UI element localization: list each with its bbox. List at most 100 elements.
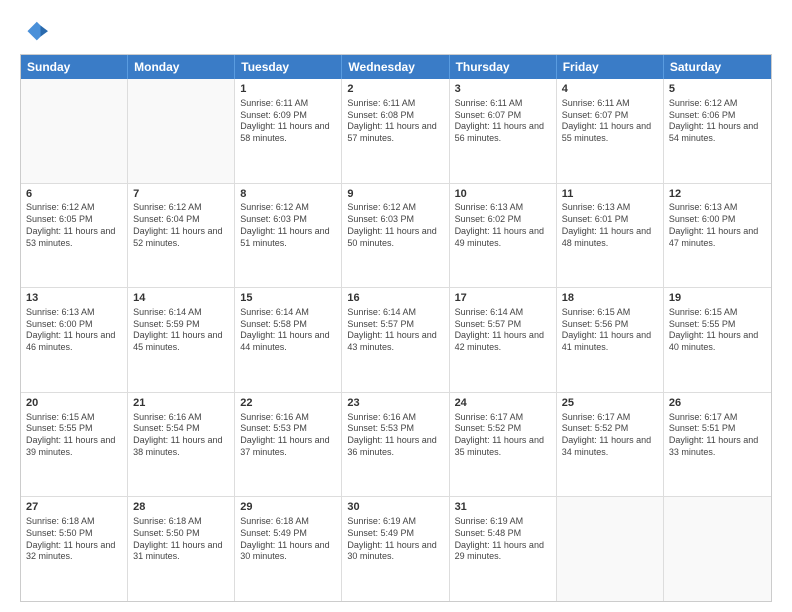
day-number: 31 [455,500,551,515]
calendar-cell [128,79,235,183]
calendar-cell: 11Sunrise: 6:13 AM Sunset: 6:01 PM Dayli… [557,184,664,288]
calendar-cell [664,497,771,601]
day-number: 25 [562,396,658,411]
calendar-cell: 3Sunrise: 6:11 AM Sunset: 6:07 PM Daylig… [450,79,557,183]
calendar-cell: 10Sunrise: 6:13 AM Sunset: 6:02 PM Dayli… [450,184,557,288]
day-info: Sunrise: 6:14 AM Sunset: 5:59 PM Dayligh… [133,307,229,354]
calendar-row: 6Sunrise: 6:12 AM Sunset: 6:05 PM Daylig… [21,184,771,289]
header-cell-monday: Monday [128,55,235,79]
calendar-cell: 17Sunrise: 6:14 AM Sunset: 5:57 PM Dayli… [450,288,557,392]
day-number: 17 [455,291,551,306]
calendar-cell: 26Sunrise: 6:17 AM Sunset: 5:51 PM Dayli… [664,393,771,497]
day-info: Sunrise: 6:11 AM Sunset: 6:09 PM Dayligh… [240,98,336,145]
calendar-cell: 31Sunrise: 6:19 AM Sunset: 5:48 PM Dayli… [450,497,557,601]
day-info: Sunrise: 6:15 AM Sunset: 5:55 PM Dayligh… [26,412,122,459]
day-info: Sunrise: 6:18 AM Sunset: 5:50 PM Dayligh… [26,516,122,563]
calendar-cell: 16Sunrise: 6:14 AM Sunset: 5:57 PM Dayli… [342,288,449,392]
calendar-row: 27Sunrise: 6:18 AM Sunset: 5:50 PM Dayli… [21,497,771,601]
day-number: 6 [26,187,122,202]
calendar-cell: 22Sunrise: 6:16 AM Sunset: 5:53 PM Dayli… [235,393,342,497]
calendar-cell: 8Sunrise: 6:12 AM Sunset: 6:03 PM Daylig… [235,184,342,288]
calendar-cell: 29Sunrise: 6:18 AM Sunset: 5:49 PM Dayli… [235,497,342,601]
day-info: Sunrise: 6:17 AM Sunset: 5:51 PM Dayligh… [669,412,766,459]
day-number: 13 [26,291,122,306]
logo [20,18,52,46]
calendar-cell: 28Sunrise: 6:18 AM Sunset: 5:50 PM Dayli… [128,497,235,601]
calendar-cell: 30Sunrise: 6:19 AM Sunset: 5:49 PM Dayli… [342,497,449,601]
calendar-cell [557,497,664,601]
header-cell-tuesday: Tuesday [235,55,342,79]
day-info: Sunrise: 6:13 AM Sunset: 6:00 PM Dayligh… [26,307,122,354]
calendar-cell: 12Sunrise: 6:13 AM Sunset: 6:00 PM Dayli… [664,184,771,288]
day-info: Sunrise: 6:14 AM Sunset: 5:57 PM Dayligh… [455,307,551,354]
calendar-cell: 13Sunrise: 6:13 AM Sunset: 6:00 PM Dayli… [21,288,128,392]
calendar-row: 20Sunrise: 6:15 AM Sunset: 5:55 PM Dayli… [21,393,771,498]
calendar-cell: 4Sunrise: 6:11 AM Sunset: 6:07 PM Daylig… [557,79,664,183]
day-number: 10 [455,187,551,202]
day-number: 28 [133,500,229,515]
day-number: 7 [133,187,229,202]
day-number: 2 [347,82,443,97]
day-info: Sunrise: 6:19 AM Sunset: 5:49 PM Dayligh… [347,516,443,563]
day-number: 27 [26,500,122,515]
day-number: 4 [562,82,658,97]
calendar-cell: 21Sunrise: 6:16 AM Sunset: 5:54 PM Dayli… [128,393,235,497]
day-info: Sunrise: 6:12 AM Sunset: 6:03 PM Dayligh… [347,202,443,249]
day-number: 29 [240,500,336,515]
calendar-header: SundayMondayTuesdayWednesdayThursdayFrid… [21,55,771,79]
day-number: 9 [347,187,443,202]
day-info: Sunrise: 6:18 AM Sunset: 5:49 PM Dayligh… [240,516,336,563]
day-info: Sunrise: 6:13 AM Sunset: 6:02 PM Dayligh… [455,202,551,249]
calendar-cell: 5Sunrise: 6:12 AM Sunset: 6:06 PM Daylig… [664,79,771,183]
calendar-cell: 24Sunrise: 6:17 AM Sunset: 5:52 PM Dayli… [450,393,557,497]
day-info: Sunrise: 6:16 AM Sunset: 5:53 PM Dayligh… [240,412,336,459]
day-info: Sunrise: 6:12 AM Sunset: 6:04 PM Dayligh… [133,202,229,249]
header-cell-saturday: Saturday [664,55,771,79]
calendar-cell: 15Sunrise: 6:14 AM Sunset: 5:58 PM Dayli… [235,288,342,392]
calendar-cell: 9Sunrise: 6:12 AM Sunset: 6:03 PM Daylig… [342,184,449,288]
day-number: 20 [26,396,122,411]
day-number: 14 [133,291,229,306]
calendar-cell: 27Sunrise: 6:18 AM Sunset: 5:50 PM Dayli… [21,497,128,601]
day-info: Sunrise: 6:11 AM Sunset: 6:07 PM Dayligh… [562,98,658,145]
calendar-cell [21,79,128,183]
day-number: 19 [669,291,766,306]
day-info: Sunrise: 6:13 AM Sunset: 6:01 PM Dayligh… [562,202,658,249]
day-info: Sunrise: 6:12 AM Sunset: 6:03 PM Dayligh… [240,202,336,249]
day-info: Sunrise: 6:12 AM Sunset: 6:05 PM Dayligh… [26,202,122,249]
calendar-cell: 19Sunrise: 6:15 AM Sunset: 5:55 PM Dayli… [664,288,771,392]
day-info: Sunrise: 6:14 AM Sunset: 5:58 PM Dayligh… [240,307,336,354]
day-info: Sunrise: 6:16 AM Sunset: 5:53 PM Dayligh… [347,412,443,459]
day-info: Sunrise: 6:17 AM Sunset: 5:52 PM Dayligh… [455,412,551,459]
day-number: 24 [455,396,551,411]
day-info: Sunrise: 6:12 AM Sunset: 6:06 PM Dayligh… [669,98,766,145]
day-info: Sunrise: 6:11 AM Sunset: 6:08 PM Dayligh… [347,98,443,145]
header-cell-thursday: Thursday [450,55,557,79]
day-number: 8 [240,187,336,202]
day-number: 3 [455,82,551,97]
calendar-row: 13Sunrise: 6:13 AM Sunset: 6:00 PM Dayli… [21,288,771,393]
header-cell-wednesday: Wednesday [342,55,449,79]
logo-icon [20,18,48,46]
calendar-cell: 20Sunrise: 6:15 AM Sunset: 5:55 PM Dayli… [21,393,128,497]
calendar-cell: 7Sunrise: 6:12 AM Sunset: 6:04 PM Daylig… [128,184,235,288]
day-number: 16 [347,291,443,306]
day-number: 26 [669,396,766,411]
day-number: 30 [347,500,443,515]
day-info: Sunrise: 6:18 AM Sunset: 5:50 PM Dayligh… [133,516,229,563]
calendar-cell: 25Sunrise: 6:17 AM Sunset: 5:52 PM Dayli… [557,393,664,497]
day-number: 23 [347,396,443,411]
day-info: Sunrise: 6:14 AM Sunset: 5:57 PM Dayligh… [347,307,443,354]
day-number: 21 [133,396,229,411]
day-number: 15 [240,291,336,306]
day-number: 5 [669,82,766,97]
day-number: 11 [562,187,658,202]
header [20,18,772,46]
header-cell-sunday: Sunday [21,55,128,79]
calendar-cell: 18Sunrise: 6:15 AM Sunset: 5:56 PM Dayli… [557,288,664,392]
day-info: Sunrise: 6:15 AM Sunset: 5:55 PM Dayligh… [669,307,766,354]
calendar-cell: 1Sunrise: 6:11 AM Sunset: 6:09 PM Daylig… [235,79,342,183]
day-info: Sunrise: 6:15 AM Sunset: 5:56 PM Dayligh… [562,307,658,354]
day-number: 1 [240,82,336,97]
day-number: 18 [562,291,658,306]
